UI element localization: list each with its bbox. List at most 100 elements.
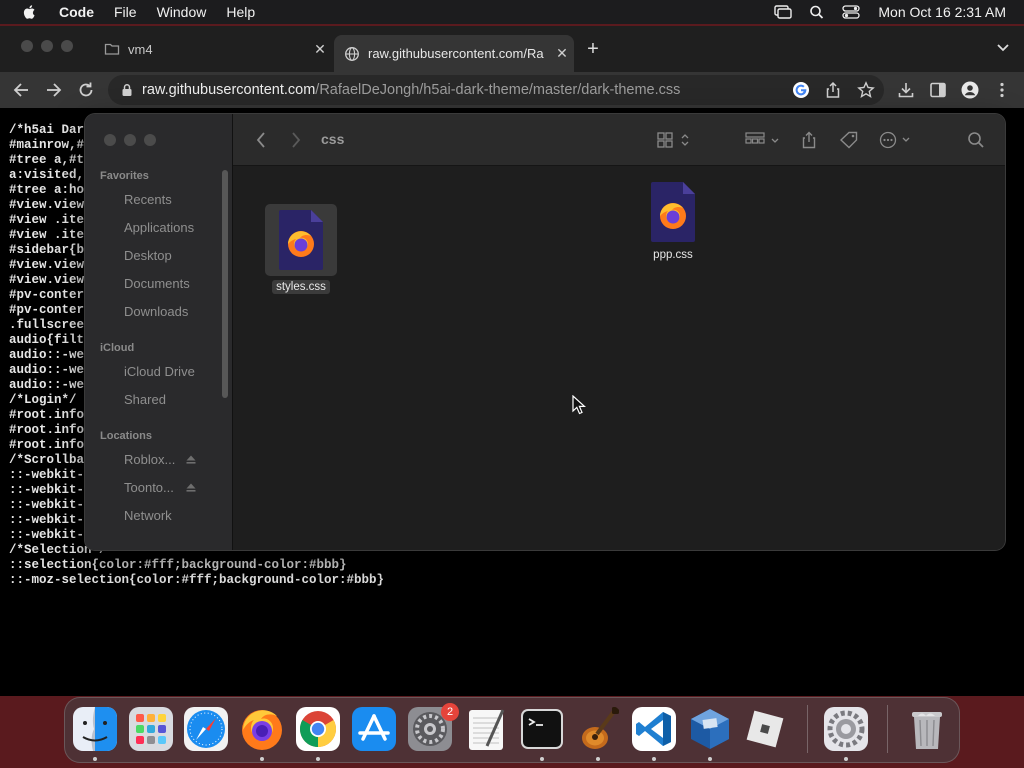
browser-toolbar: raw.githubusercontent.com/RafaelDeJongh/…: [0, 72, 1024, 108]
tab-strip: vm4 ✕ raw.githubusercontent.com/Ra ✕ +: [0, 26, 1024, 72]
dock-chrome-icon[interactable]: [295, 706, 341, 752]
sidebar-item-network[interactable]: Network: [124, 508, 172, 523]
notification-badge: 2: [441, 703, 459, 721]
finder-zoom-button[interactable]: [144, 134, 156, 146]
forward-arrow-icon[interactable]: [45, 81, 63, 99]
back-chevron-icon[interactable]: [255, 131, 267, 149]
side-panel-icon[interactable]: [929, 81, 947, 99]
dock-system-settings-icon[interactable]: [823, 706, 869, 752]
menu-file[interactable]: File: [114, 4, 137, 20]
sidebar-item-downloads[interactable]: Downloads: [124, 304, 188, 319]
dock-virtualbox-icon[interactable]: [687, 706, 733, 752]
file-item[interactable]: ppp.css: [633, 178, 713, 262]
dock-roblox-icon[interactable]: [742, 706, 788, 752]
file-name[interactable]: ppp.css: [649, 248, 697, 262]
apple-menu-icon[interactable]: [19, 4, 41, 20]
window-minimize-button[interactable]: [41, 40, 53, 52]
reload-icon[interactable]: [77, 81, 95, 99]
group-by-icon[interactable]: [745, 131, 781, 149]
window-zoom-button[interactable]: [61, 40, 73, 52]
sidebar-section-locations: Locations: [100, 430, 152, 442]
url-path: /RafaelDeJongh/h5ai-dark-theme/master/da…: [315, 82, 681, 98]
back-arrow-icon[interactable]: [12, 81, 30, 99]
dock-separator: [807, 705, 808, 753]
dock-running-indicator: [652, 757, 656, 761]
address-bar[interactable]: raw.githubusercontent.com/RafaelDeJongh/…: [108, 75, 884, 105]
file-item[interactable]: styles.css: [261, 204, 341, 294]
firefox-document-icon[interactable]: [647, 180, 699, 244]
sidebar-item-shared[interactable]: Shared: [124, 392, 166, 407]
dock-running-indicator: [844, 757, 848, 761]
sidebar-item-toonto-volume[interactable]: Toonto...: [124, 480, 174, 495]
menu-app-name[interactable]: Code: [59, 4, 94, 20]
dock-running-indicator: [540, 757, 544, 761]
search-icon[interactable]: [808, 5, 826, 19]
tab-close-button[interactable]: ✕: [308, 41, 332, 58]
dock-running-indicator: [708, 757, 712, 761]
icon-view-icon[interactable]: [657, 131, 691, 149]
menu-window[interactable]: Window: [157, 4, 207, 20]
finder-toolbar: css: [233, 114, 1005, 166]
dock-vscode-icon[interactable]: [631, 706, 677, 752]
eject-icon[interactable]: [186, 455, 196, 464]
download-icon[interactable]: [897, 81, 915, 99]
dock-separator: [887, 705, 888, 753]
dock-launchpad-icon[interactable]: [128, 706, 174, 752]
dock-trash-icon[interactable]: [904, 706, 950, 752]
dock-terminal-icon[interactable]: [519, 706, 565, 752]
finder-minimize-button[interactable]: [124, 134, 136, 146]
finder-sidebar: Favorites Recents Applications Desktop D…: [85, 114, 233, 550]
dock-firefox-icon[interactable]: [239, 706, 285, 752]
forward-chevron-icon[interactable]: [290, 131, 302, 149]
bookmark-star-icon[interactable]: [857, 81, 875, 99]
eject-icon[interactable]: [186, 483, 196, 492]
tag-icon[interactable]: [839, 131, 859, 149]
sidebar-item-documents[interactable]: Documents: [124, 276, 190, 291]
chevron-down-icon[interactable]: [996, 42, 1010, 54]
tab-raw-github[interactable]: raw.githubusercontent.com/Ra ✕: [334, 35, 574, 72]
more-actions-icon[interactable]: [879, 131, 913, 149]
menu-bar: Code File Window Help Mon Oct 16 2:31 AM: [0, 0, 1024, 24]
dock-textedit-icon[interactable]: [463, 706, 509, 752]
new-tab-button[interactable]: +: [582, 38, 604, 60]
finder-close-button[interactable]: [104, 134, 116, 146]
sidebar-item-recents[interactable]: Recents: [124, 192, 172, 207]
sidebar-scrollbar[interactable]: [222, 170, 228, 398]
menubar-clock[interactable]: Mon Oct 16 2:31 AM: [878, 4, 1006, 20]
file-thumbnail[interactable]: [265, 204, 337, 276]
dock-finder-icon[interactable]: [72, 706, 118, 752]
url-host: raw.githubusercontent.com: [142, 82, 316, 98]
finder-window: Favorites Recents Applications Desktop D…: [85, 114, 1005, 550]
search-icon[interactable]: [967, 131, 985, 149]
globe-icon: [345, 46, 359, 61]
sidebar-item-desktop[interactable]: Desktop: [124, 248, 172, 263]
dock-running-indicator: [316, 757, 320, 761]
sidebar-section-favorites: Favorites: [100, 170, 149, 182]
finder-file-area: styles.css ppp.css: [233, 166, 1005, 550]
code-line: ::selection{color:#fff;background-color:…: [9, 558, 347, 572]
menu-help[interactable]: Help: [226, 4, 255, 20]
sidebar-section-icloud: iCloud: [100, 342, 135, 354]
dock-running-indicator: [596, 757, 600, 761]
share-icon[interactable]: [824, 81, 842, 99]
sidebar-item-roblox-volume[interactable]: Roblox...: [124, 452, 175, 467]
lock-icon[interactable]: [120, 83, 134, 97]
share-icon[interactable]: [800, 131, 818, 149]
file-name[interactable]: styles.css: [272, 280, 330, 294]
sidebar-item-applications[interactable]: Applications: [124, 220, 194, 235]
profile-avatar-icon[interactable]: [961, 81, 979, 99]
dock-garageband-icon[interactable]: [575, 706, 621, 752]
google-lens-icon[interactable]: [792, 81, 810, 99]
more-menu-icon[interactable]: [993, 81, 1011, 99]
window-close-button[interactable]: [21, 40, 33, 52]
sidebar-item-icloud-drive[interactable]: iCloud Drive: [124, 364, 195, 379]
tab-vm4[interactable]: vm4 ✕: [88, 34, 332, 64]
screen-mirroring-icon[interactable]: [774, 5, 793, 19]
dock-app-store-icon[interactable]: [351, 706, 397, 752]
finder-path-title: css: [321, 131, 345, 147]
tab-close-button[interactable]: ✕: [550, 45, 574, 62]
mouse-cursor-icon: [572, 395, 586, 415]
dock-safari-icon[interactable]: [183, 706, 229, 752]
dock-running-indicator: [260, 757, 264, 761]
control-center-icon[interactable]: [842, 5, 861, 19]
